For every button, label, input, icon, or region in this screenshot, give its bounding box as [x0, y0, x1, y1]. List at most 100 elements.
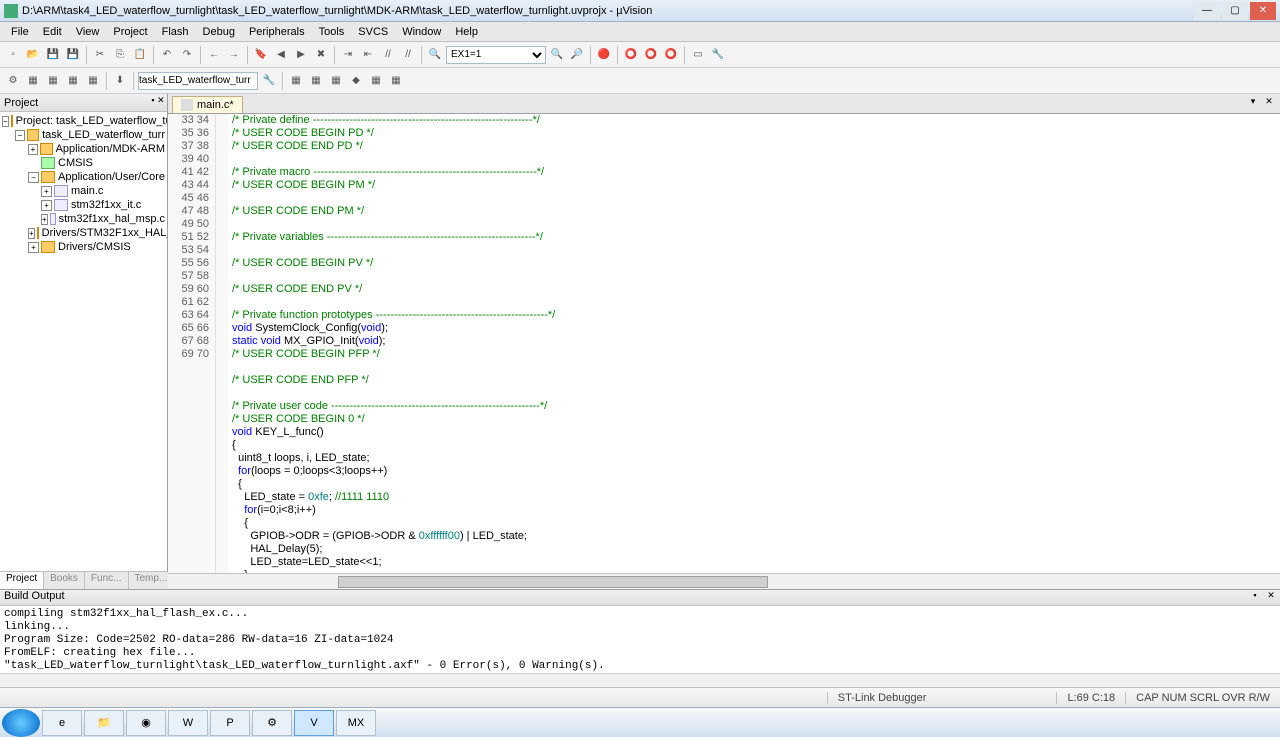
tab-project[interactable]: Project — [0, 572, 44, 589]
tree-file[interactable]: stm32f1xx_hal_msp.c — [59, 213, 165, 225]
maximize-button[interactable]: ▢ — [1222, 2, 1248, 20]
nav-fwd-button[interactable]: → — [225, 46, 243, 64]
kill-breakpoint-button[interactable]: ⭕ — [642, 46, 660, 64]
tree-root[interactable]: Project: task_LED_waterflow_turnlight — [16, 115, 167, 127]
rebuild-button[interactable]: ▦ — [44, 72, 62, 90]
cut-button[interactable]: ✂ — [91, 46, 109, 64]
taskbar-ppt[interactable]: P — [210, 710, 250, 736]
horizontal-scrollbar[interactable] — [168, 573, 1280, 589]
fold-column[interactable] — [216, 114, 228, 573]
tree-group[interactable]: Application/User/Core — [58, 171, 165, 183]
target-select[interactable]: EX1=1 — [446, 46, 546, 64]
translate-button[interactable]: ⚙ — [4, 72, 22, 90]
nav-back-button[interactable]: ← — [205, 46, 223, 64]
manage4-button[interactable]: ◆ — [347, 72, 365, 90]
tab-dropdown-icon[interactable]: ▾ — [1246, 96, 1260, 110]
menu-project[interactable]: Project — [106, 26, 154, 38]
menu-peripherals[interactable]: Peripherals — [242, 26, 312, 38]
tree-file[interactable]: stm32f1xx_it.c — [71, 199, 141, 211]
menu-svcs[interactable]: SVCS — [351, 26, 395, 38]
taskbar-chrome[interactable]: ◉ — [126, 710, 166, 736]
close-button[interactable]: ✕ — [1250, 2, 1276, 20]
manage-button[interactable]: ▦ — [287, 72, 305, 90]
download-button[interactable]: ⬇ — [111, 72, 129, 90]
open-button[interactable]: 📂 — [24, 46, 42, 64]
comment-button[interactable]: // — [379, 46, 397, 64]
bookmark-prev-button[interactable]: ◀ — [272, 46, 290, 64]
tree-toggle[interactable]: + — [41, 200, 52, 211]
taskbar-uvision[interactable]: V — [294, 710, 334, 736]
undo-button[interactable]: ↶ — [158, 46, 176, 64]
tree-group[interactable]: Application/MDK-ARM — [56, 143, 165, 155]
menu-file[interactable]: File — [4, 26, 36, 38]
config-button[interactable]: 🔧 — [709, 46, 727, 64]
uncomment-button[interactable]: // — [399, 46, 417, 64]
tree-group[interactable]: CMSIS — [58, 157, 93, 169]
manage2-button[interactable]: ▦ — [307, 72, 325, 90]
tree-group[interactable]: Drivers/STM32F1xx_HAL_Driver — [42, 227, 167, 239]
tree-toggle[interactable]: + — [41, 186, 52, 197]
taskbar-ie[interactable]: e — [42, 710, 82, 736]
taskbar-word[interactable]: W — [168, 710, 208, 736]
target-input[interactable] — [138, 72, 258, 90]
build-output-text[interactable]: compiling stm32f1xx_hal_flash_ex.c... li… — [0, 606, 1280, 673]
tree-toggle[interactable]: − — [28, 172, 39, 183]
file-tab-main[interactable]: main.c* — [172, 96, 243, 113]
manage3-button[interactable]: ▦ — [327, 72, 345, 90]
bookmark-next-button[interactable]: ▶ — [292, 46, 310, 64]
save-all-button[interactable]: 💾 — [64, 46, 82, 64]
taskbar-explorer[interactable]: 📁 — [84, 710, 124, 736]
panel-close-icon[interactable]: ▪ ✕ — [151, 95, 165, 109]
bookmark-button[interactable]: 🔖 — [252, 46, 270, 64]
tree-toggle[interactable]: + — [28, 242, 39, 253]
menu-tools[interactable]: Tools — [312, 26, 352, 38]
debug-button[interactable]: 🔴 — [595, 46, 613, 64]
menu-flash[interactable]: Flash — [155, 26, 196, 38]
project-tree[interactable]: −Project: task_LED_waterflow_turnlight −… — [0, 112, 167, 571]
tree-file[interactable]: main.c — [71, 185, 103, 197]
inc-search-button[interactable]: 🔎 — [568, 46, 586, 64]
build-scrollbar[interactable] — [0, 673, 1280, 687]
scroll-thumb[interactable] — [338, 576, 768, 588]
menu-view[interactable]: View — [69, 26, 107, 38]
find-button[interactable]: 🔍 — [426, 46, 444, 64]
tab-books[interactable]: Books — [44, 572, 85, 589]
tree-toggle[interactable]: − — [2, 116, 9, 127]
options-button[interactable]: 🔧 — [260, 72, 278, 90]
outdent-button[interactable]: ⇤ — [359, 46, 377, 64]
tree-target[interactable]: task_LED_waterflow_turr — [42, 129, 165, 141]
tab-close-icon[interactable]: ✕ — [1262, 96, 1276, 110]
manage6-button[interactable]: ▦ — [387, 72, 405, 90]
code-editor[interactable]: 33 34 35 36 37 38 39 40 41 42 43 44 45 4… — [168, 114, 1280, 573]
manage5-button[interactable]: ▦ — [367, 72, 385, 90]
find-in-files-button[interactable]: 🔍 — [548, 46, 566, 64]
breakpoint-button[interactable]: ⭕ — [622, 46, 640, 64]
tree-toggle[interactable]: + — [41, 214, 48, 225]
tree-toggle[interactable]: − — [15, 130, 25, 141]
paste-button[interactable]: 📋 — [131, 46, 149, 64]
menu-window[interactable]: Window — [395, 26, 448, 38]
save-button[interactable]: 💾 — [44, 46, 62, 64]
window-button[interactable]: ▭ — [689, 46, 707, 64]
copy-button[interactable]: ⎘ — [111, 46, 129, 64]
panel-pin-icon[interactable]: ▪ — [1248, 590, 1262, 604]
start-button[interactable] — [2, 709, 40, 737]
tree-group[interactable]: Drivers/CMSIS — [58, 241, 131, 253]
disable-breakpoint-button[interactable]: ⭕ — [662, 46, 680, 64]
menu-help[interactable]: Help — [448, 26, 485, 38]
redo-button[interactable]: ↷ — [178, 46, 196, 64]
code-content[interactable]: /* Private define ----------------------… — [228, 114, 1280, 573]
taskbar-cubemx[interactable]: MX — [336, 710, 376, 736]
minimize-button[interactable]: — — [1194, 2, 1220, 20]
indent-button[interactable]: ⇥ — [339, 46, 357, 64]
taskbar-app1[interactable]: ⚙ — [252, 710, 292, 736]
menu-edit[interactable]: Edit — [36, 26, 69, 38]
stop-build-button[interactable]: ▦ — [84, 72, 102, 90]
tree-toggle[interactable]: + — [28, 144, 38, 155]
batch-build-button[interactable]: ▦ — [64, 72, 82, 90]
tab-functions[interactable]: Func... — [85, 572, 129, 589]
tree-toggle[interactable]: + — [28, 228, 35, 239]
bookmark-clear-button[interactable]: ✖ — [312, 46, 330, 64]
panel-close-icon[interactable]: ✕ — [1264, 590, 1278, 604]
new-button[interactable]: ▫ — [4, 46, 22, 64]
